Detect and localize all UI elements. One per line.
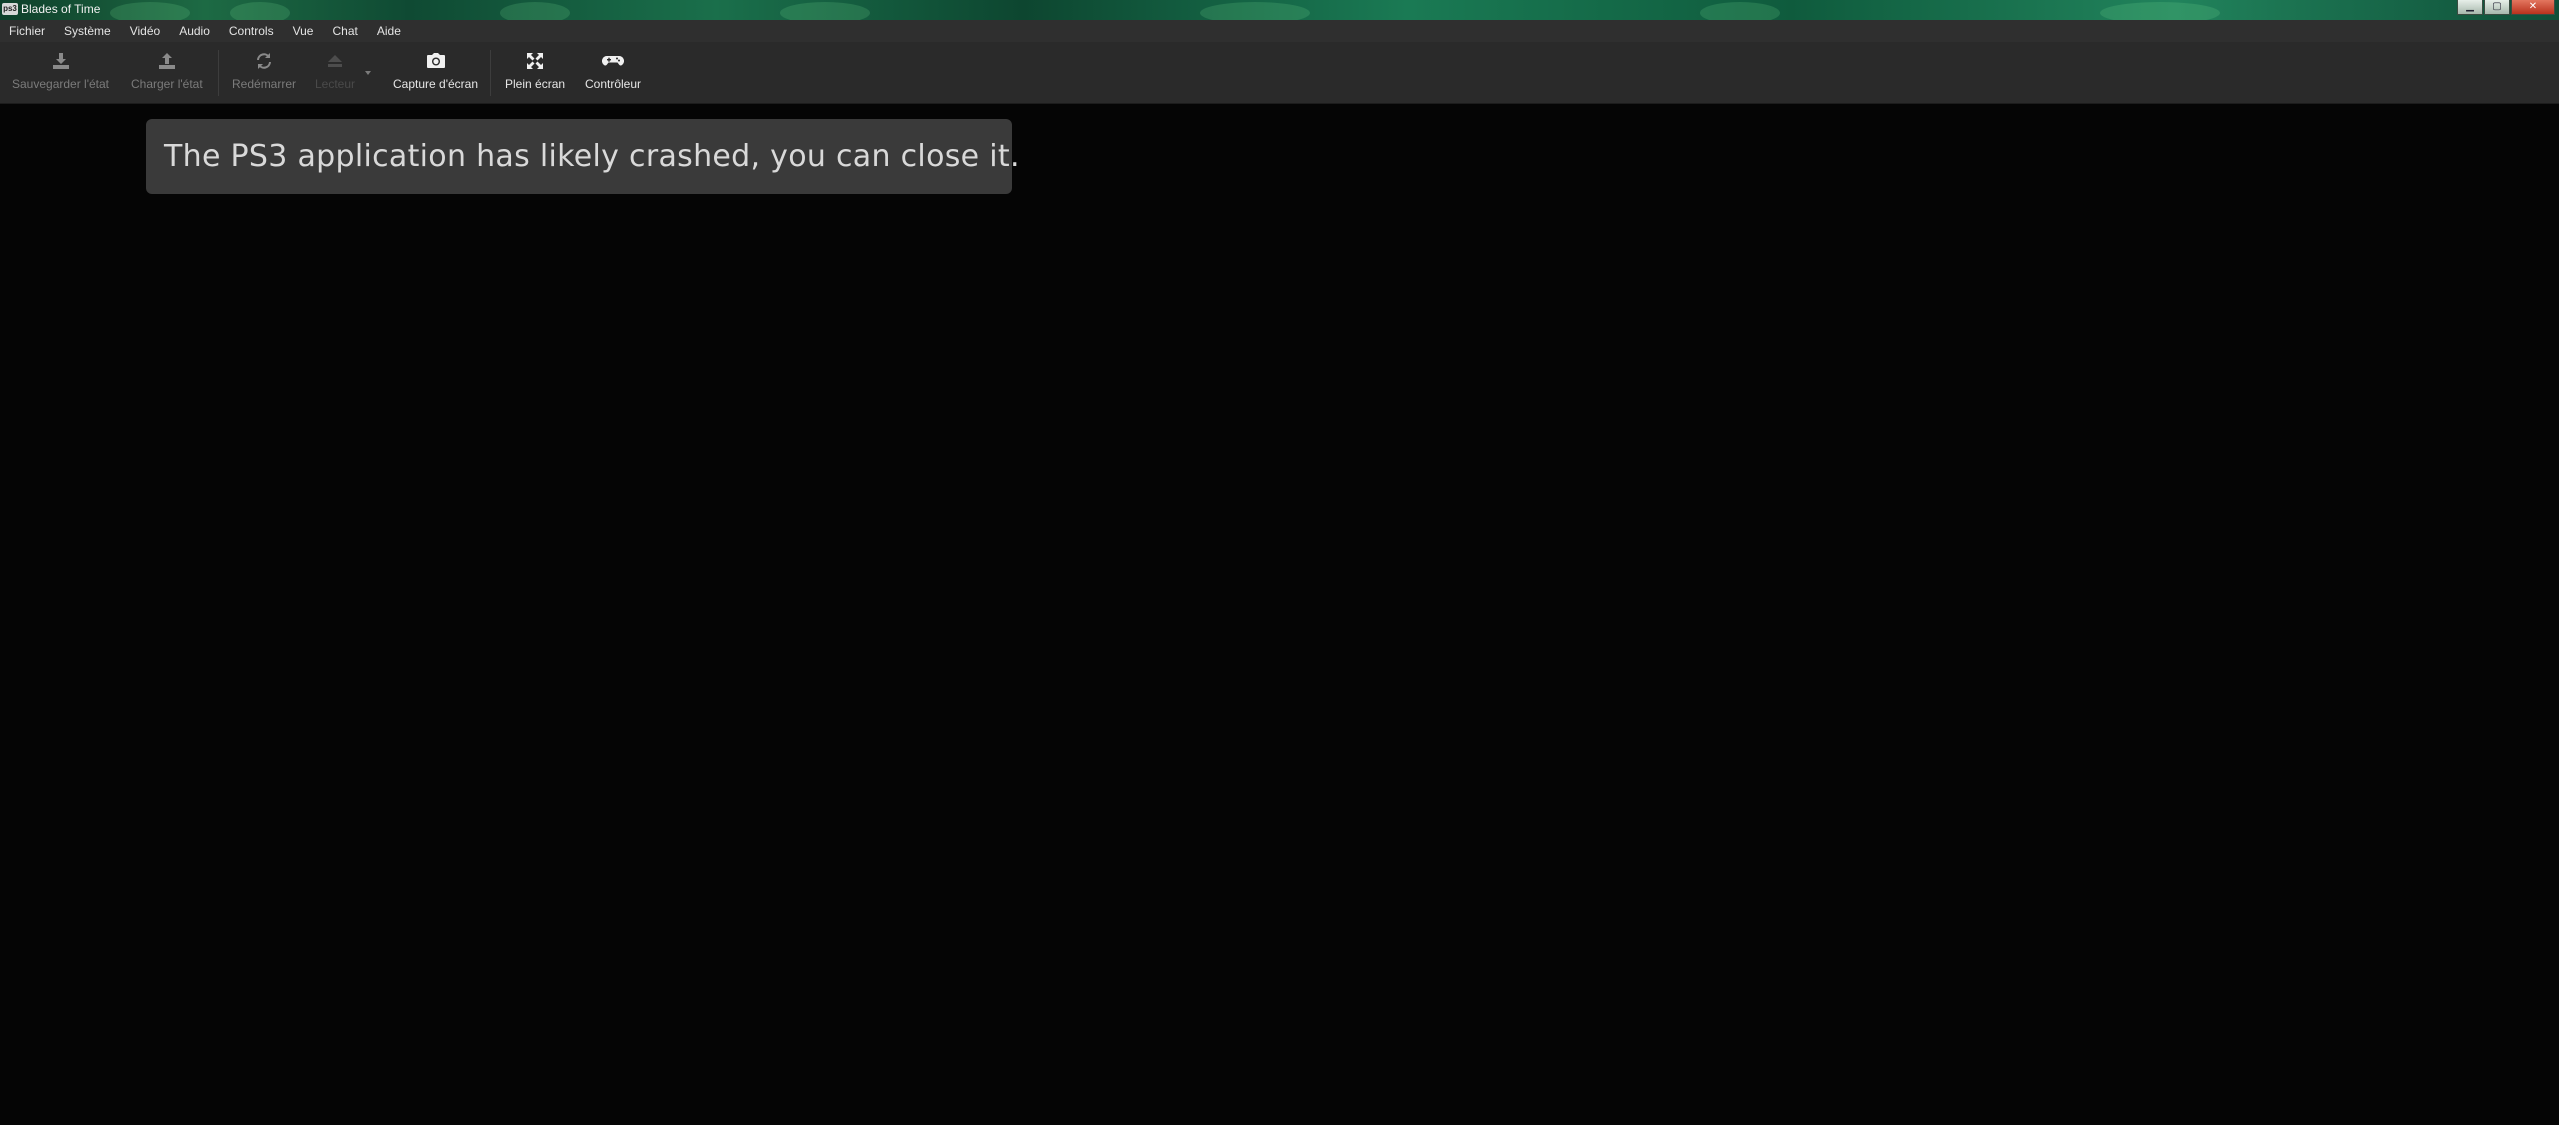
load-state-button[interactable]: Charger l'état [131,50,203,91]
menu-chat[interactable]: Chat [332,24,357,38]
crash-message: The PS3 application has likely crashed, … [164,139,1020,174]
upload-icon [156,50,178,72]
screenshot-label: Capture d'écran [393,77,479,91]
crash-notification: The PS3 application has likely crashed, … [146,119,1019,194]
launch-dropdown-arrow-icon[interactable] [365,71,371,75]
toolbar-separator [218,50,219,96]
gamepad-icon [602,50,625,72]
restart-button[interactable]: Redémarrer [232,50,296,91]
launch-label: Lecteur [315,77,356,91]
menu-aide[interactable]: Aide [377,24,401,38]
controller-button[interactable]: Contrôleur [585,50,641,91]
download-icon [50,50,72,72]
rpcs3-icon: ps3 [2,3,18,15]
emulator-window: ps3 Blades of Time ▁ ▢ ✕ Fichier Système… [0,0,2559,1125]
save-state-label: Sauvegarder l'état [12,77,110,91]
restart-label: Redémarrer [232,77,297,91]
window-title: Blades of Time [21,2,101,16]
menu-bar: Fichier Système Vidéo Audio Controls Vue… [0,20,2559,42]
menu-vue[interactable]: Vue [293,24,314,38]
save-state-button[interactable]: Sauvegarder l'état [12,50,109,91]
controller-label: Contrôleur [585,77,642,91]
menu-fichier[interactable]: Fichier [9,24,45,38]
menu-controls[interactable]: Controls [229,24,274,38]
screenshot-button[interactable]: Capture d'écran [393,50,478,91]
toolbar: Sauvegarder l'état Charger l'état Redéma… [0,42,2559,104]
toolbar-separator [490,50,491,96]
game-viewport[interactable]: The PS3 application has likely crashed, … [0,104,2559,1125]
fullscreen-icon [524,50,546,72]
eject-icon [324,50,346,72]
menu-systeme[interactable]: Système [64,24,111,38]
menu-video[interactable]: Vidéo [130,24,160,38]
refresh-icon [253,50,275,72]
launch-button[interactable]: Lecteur [315,50,355,91]
fullscreen-button[interactable]: Plein écran [505,50,565,91]
load-state-label: Charger l'état [131,77,203,91]
minimize-button[interactable]: ▁ [2457,0,2483,15]
maximize-button[interactable]: ▢ [2484,0,2510,15]
title-bar[interactable]: ps3 Blades of Time ▁ ▢ ✕ [0,0,2559,20]
close-button[interactable]: ✕ [2511,0,2555,15]
menu-audio[interactable]: Audio [179,24,210,38]
window-controls: ▁ ▢ ✕ [2457,0,2555,15]
camera-icon [425,50,447,72]
fullscreen-label: Plein écran [505,77,566,91]
